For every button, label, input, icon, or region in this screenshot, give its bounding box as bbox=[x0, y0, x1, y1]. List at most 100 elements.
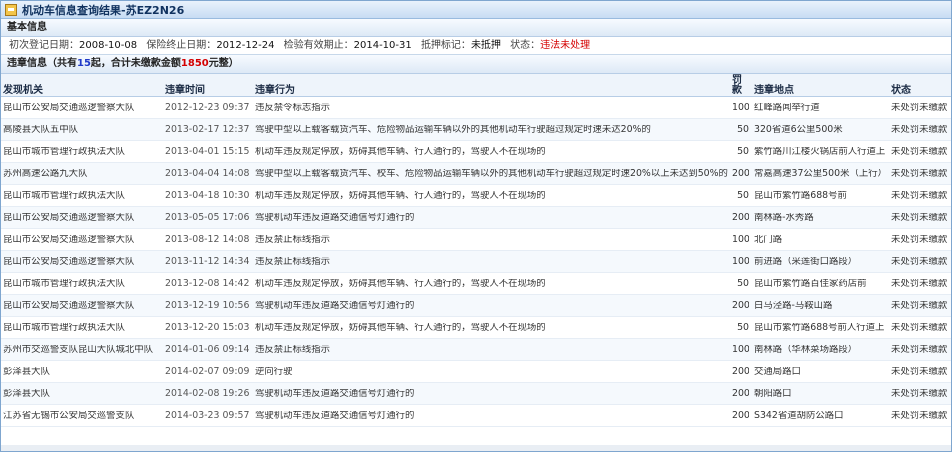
inspection-valid-label: 检验有效期止： bbox=[283, 40, 354, 51]
agency-cell: 昆山市公安局交通巡逻警察大队 bbox=[1, 250, 163, 273]
fine-cell: 100 bbox=[730, 338, 752, 361]
col-header-time[interactable]: 违章时间 bbox=[163, 74, 253, 97]
status-cell: 未处罚未缴款 bbox=[889, 360, 951, 383]
mortgage-label: 抵押标记： bbox=[420, 40, 471, 51]
agency-cell: 彭泽县大队 bbox=[1, 360, 163, 383]
table-row[interactable]: 江苏省无锡市公安局交巡警支队 2014-03-23 09:57 驾驶机动车违反道路交… bbox=[1, 404, 951, 427]
time-cell: 2013-04-18 10:30 bbox=[163, 184, 253, 207]
behavior-cell: 违反禁令标志指示 bbox=[253, 96, 730, 119]
status-cell: 未处罚未缴款 bbox=[889, 96, 951, 119]
time-cell-text: 2013-12-19 10:56 bbox=[165, 300, 250, 311]
fine-cell: 50 bbox=[730, 140, 752, 163]
basic-info-row: 初次登记日期：2008-10-08 保险终止日期：2012-12-24 检验有效… bbox=[1, 37, 951, 55]
fine-cell: 50 bbox=[730, 118, 752, 141]
agency-cell-text: 彭泽县大队 bbox=[3, 388, 50, 399]
horizontal-scrollbar[interactable] bbox=[1, 445, 951, 451]
table-row[interactable]: 高陵县大队五中队 2013-02-17 12:37 驾驶中型以上载客载货汽车、危险物… bbox=[1, 118, 951, 141]
status-cell: 未处罚未缴款 bbox=[889, 250, 951, 273]
agency-cell-text: 高陵县大队五中队 bbox=[3, 124, 79, 135]
behavior-cell: 驾驶中型以上载客载货汽车、危险物品运输车辆以外的其他机动车行驶超过规定时速未达2… bbox=[253, 118, 730, 141]
agency-cell-text: 昆山市城市管理行政执法大队 bbox=[3, 146, 125, 157]
time-cell-text: 2013-04-04 14:08 bbox=[165, 168, 250, 179]
inspection-valid-value: 2014-10-31 bbox=[353, 40, 412, 51]
time-cell-text: 2013-05-05 17:06 bbox=[165, 212, 250, 223]
violation-table: 发现机关 违章时间 违章行为 罚款 违章地点 状态 昆山市公安局交通巡逻警察大队… bbox=[1, 74, 951, 427]
location-cell-text: 常嘉高速37公里500米（上行） bbox=[754, 168, 887, 179]
time-cell-text: 2013-04-18 10:30 bbox=[165, 190, 250, 201]
behavior-cell: 驾驶机动车违反道路交通信号灯通行的 bbox=[253, 382, 730, 405]
table-row[interactable]: 昆山市城市管理行政执法大队 2013-04-18 10:30 机动车违反规定停放，妨… bbox=[1, 184, 951, 207]
location-cell: 交通局路口 bbox=[752, 360, 889, 383]
time-cell-text: 2013-11-12 14:34 bbox=[165, 256, 250, 267]
location-cell-text: 前进路（采莲街口路段） bbox=[754, 256, 858, 267]
table-row[interactable]: 昆山市公安局交通巡逻警察大队 2013-05-05 17:06 驾驶机动车违反道路交… bbox=[1, 206, 951, 229]
summary-middle: 起，合计未缴款金额 bbox=[90, 58, 181, 69]
status-cell: 未处罚未缴款 bbox=[889, 382, 951, 405]
table-row[interactable]: 昆山市公安局交通巡逻警察大队 2012-12-23 09:37 违反禁令标志指示 10… bbox=[1, 96, 951, 119]
violation-summary: 违章信息（共有15起，合计未缴款金额1850元整） bbox=[1, 55, 951, 74]
location-cell: 昆山市紫竹路688号前人行道上 bbox=[752, 316, 889, 339]
location-cell: 红峰路闻举行道 bbox=[752, 96, 889, 119]
table-row[interactable]: 彭泽县大队 2014-02-07 09:09 逆向行驶 200 交通局路口 未处罚未缴款 bbox=[1, 360, 951, 383]
agency-cell: 苏州市交巡警支队昆山大队城北中队 bbox=[1, 338, 163, 361]
table-row[interactable]: 彭泽县大队 2014-02-08 19:26 驾驶机动车违反道路交通信号灯通行的 20… bbox=[1, 382, 951, 405]
col-header-location[interactable]: 违章地点 bbox=[752, 74, 889, 97]
behavior-cell: 驾驶中型以上载客载货汽车、校车、危险物品运输车辆以外的其他机动车行驶超过规定时速… bbox=[253, 162, 730, 185]
status-cell-text: 未处罚未缴款 bbox=[891, 212, 948, 223]
agency-cell: 苏州高速公路九大队 bbox=[1, 162, 163, 185]
fine-cell: 200 bbox=[730, 382, 752, 405]
table-row[interactable]: 昆山市公安局交通巡逻警察大队 2013-08-12 14:08 违反禁止标线指示 10… bbox=[1, 228, 951, 251]
location-cell: 昆山市紫竹路百佳家药店前 bbox=[752, 272, 889, 295]
agency-cell: 昆山市城市管理行政执法大队 bbox=[1, 272, 163, 295]
location-cell: 320省道6公里500米 bbox=[752, 118, 889, 141]
behavior-cell-text: 机动车违反规定停放，妨碍其他车辆、行人通行的，驾驶人不在现场的 bbox=[255, 190, 546, 201]
behavior-cell-text: 违反禁止标线指示 bbox=[255, 256, 331, 267]
table-row[interactable]: 昆山市城市管理行政执法大队 2013-04-01 15:15 机动车违反规定停放，妨… bbox=[1, 140, 951, 163]
agency-cell-text: 彭泽县大队 bbox=[3, 366, 50, 377]
table-row[interactable]: 昆山市城市管理行政执法大队 2013-12-20 15:03 机动车违反规定停放，妨… bbox=[1, 316, 951, 339]
location-cell-text: 北门路 bbox=[754, 234, 783, 245]
time-cell-text: 2014-02-08 19:26 bbox=[165, 388, 250, 399]
time-cell: 2013-08-12 14:08 bbox=[163, 228, 253, 251]
time-cell: 2014-02-07 09:09 bbox=[163, 360, 253, 383]
behavior-cell-text: 驾驶中型以上载客载货汽车、危险物品运输车辆以外的其他机动车行驶超过规定时速未达2… bbox=[255, 124, 651, 135]
fine-cell-text: 50 bbox=[737, 146, 749, 157]
violation-count: 15 bbox=[77, 58, 91, 69]
status-cell: 未处罚未缴款 bbox=[889, 206, 951, 229]
behavior-cell-text: 机动车违反规定停放，妨碍其他车辆、行人通行的，驾驶人不在现场的 bbox=[255, 278, 546, 289]
table-row[interactable]: 昆山市城市管理行政执法大队 2013-12-08 14:42 机动车违反规定停放，妨… bbox=[1, 272, 951, 295]
col-header-fine[interactable]: 罚款 bbox=[730, 74, 752, 97]
fine-cell-text: 200 bbox=[732, 168, 749, 179]
status-cell-text: 未处罚未缴款 bbox=[891, 146, 948, 157]
status-cell-text: 未处罚未缴款 bbox=[891, 388, 948, 399]
status-cell-text: 未处罚未缴款 bbox=[891, 278, 948, 289]
mortgage-value: 未抵押 bbox=[470, 40, 501, 51]
fine-cell: 50 bbox=[730, 316, 752, 339]
behavior-cell-text: 违反禁止标线指示 bbox=[255, 344, 331, 355]
time-cell: 2014-03-23 09:57 bbox=[163, 404, 253, 427]
unpaid-amount: 1850 bbox=[180, 58, 209, 69]
agency-cell-text: 昆山市城市管理行政执法大队 bbox=[3, 322, 125, 333]
behavior-cell: 驾驶机动车违反道路交通信号灯通行的 bbox=[253, 294, 730, 317]
location-cell: 朝阳路口 bbox=[752, 382, 889, 405]
fine-cell-text: 100 bbox=[732, 344, 749, 355]
truck-icon bbox=[5, 3, 17, 16]
fine-cell: 200 bbox=[730, 162, 752, 185]
table-row[interactable]: 昆山市公安局交通巡逻警察大队 2013-11-12 14:34 违反禁止标线指示 10… bbox=[1, 250, 951, 273]
status-cell: 未处罚未缴款 bbox=[889, 294, 951, 317]
col-header-behavior[interactable]: 违章行为 bbox=[253, 74, 730, 97]
fine-cell-text: 100 bbox=[732, 102, 749, 113]
table-row[interactable]: 苏州高速公路九大队 2013-04-04 14:08 驾驶中型以上载客载货汽车、校车… bbox=[1, 162, 951, 185]
fine-cell-text: 50 bbox=[737, 322, 749, 333]
status-cell-text: 未处罚未缴款 bbox=[891, 366, 948, 377]
col-header-status[interactable]: 状态 bbox=[889, 74, 951, 97]
status-cell: 未处罚未缴款 bbox=[889, 162, 951, 185]
col-header-agency[interactable]: 发现机关 bbox=[1, 74, 163, 97]
summary-suffix: 元整） bbox=[208, 58, 239, 69]
behavior-cell: 机动车违反规定停放，妨碍其他车辆、行人通行的，驾驶人不在现场的 bbox=[253, 184, 730, 207]
behavior-cell: 逆向行驶 bbox=[253, 360, 730, 383]
table-row[interactable]: 苏州市交巡警支队昆山大队城北中队 2014-01-06 09:14 违反禁止标线指示… bbox=[1, 338, 951, 361]
time-cell: 2013-02-17 12:37 bbox=[163, 118, 253, 141]
table-row[interactable]: 昆山市公安局交通巡逻警察大队 2013-12-19 10:56 驾驶机动车违反道路交… bbox=[1, 294, 951, 317]
behavior-cell-text: 机动车违反规定停放，妨碍其他车辆、行人通行的，驾驶人不在现场的 bbox=[255, 146, 546, 157]
